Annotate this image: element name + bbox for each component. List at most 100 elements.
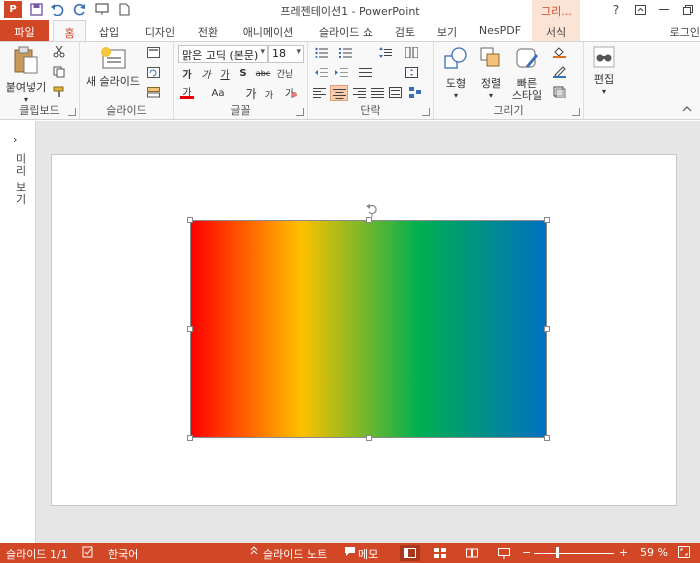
new-slide-icon [84, 46, 142, 73]
resize-handle-top-left[interactable] [187, 217, 193, 223]
align-left-icon[interactable] [312, 86, 326, 98]
resize-handle-bottom[interactable] [366, 435, 372, 441]
align-text-icon[interactable] [404, 66, 418, 78]
paste-button[interactable]: 붙여넣기 ▾ [3, 46, 49, 106]
tab-view[interactable]: 보기 [432, 20, 462, 41]
increase-indent-icon[interactable] [334, 66, 348, 78]
title-bar: P 프레젠테이션1 - PowerPoint 그리... ? [0, 0, 700, 20]
resize-handle-bottom-left[interactable] [187, 435, 193, 441]
zoom-slider-track[interactable] [534, 553, 614, 554]
decrease-indent-icon[interactable] [314, 66, 328, 78]
tab-review[interactable]: 검토 [390, 20, 420, 41]
align-center-icon[interactable] [330, 85, 348, 101]
copy-icon[interactable] [52, 66, 66, 78]
font-dialog-launcher[interactable] [296, 108, 304, 116]
section-icon[interactable] [146, 86, 160, 98]
sign-in-link[interactable]: 로그인 [670, 24, 700, 40]
underline-button[interactable]: 가 [218, 67, 232, 81]
zoom-out-button[interactable]: − [522, 546, 531, 559]
justify-icon[interactable] [370, 86, 384, 98]
align-right-icon[interactable] [352, 86, 366, 98]
bold-button[interactable]: 가 [180, 67, 194, 81]
columns-icon[interactable] [404, 46, 418, 58]
shape-effects-icon[interactable] [552, 86, 566, 98]
format-painter-icon[interactable] [52, 86, 66, 98]
character-spacing-button[interactable]: 간닏 [274, 67, 296, 80]
restore-icon[interactable] [676, 0, 700, 20]
change-case-button[interactable]: Aa [208, 87, 228, 99]
arrange-button[interactable]: 정렬 ▾ [476, 46, 506, 102]
smartart-icon[interactable] [408, 86, 422, 98]
font-color-button[interactable]: 가 [180, 87, 194, 99]
resize-handle-top[interactable] [366, 217, 372, 223]
italic-button[interactable]: 가 [199, 67, 213, 81]
tab-file[interactable]: 파일 [0, 20, 49, 41]
resize-handle-right[interactable] [544, 326, 550, 332]
text-shadow-button[interactable]: S [236, 67, 250, 79]
fit-to-window-icon[interactable] [678, 546, 690, 561]
zoom-slider-thumb[interactable] [556, 547, 559, 558]
resize-handle-bottom-right[interactable] [544, 435, 550, 441]
slide-counter: 슬라이드 1/1 [6, 548, 68, 561]
comments-icon[interactable] [344, 546, 356, 560]
numbering-icon[interactable] [338, 46, 352, 58]
spellcheck-icon[interactable] [82, 546, 94, 561]
new-slide-button[interactable]: 새 슬라이드 [84, 46, 142, 88]
shape-outline-icon[interactable] [552, 66, 566, 78]
font-size-select[interactable]: 18 [268, 45, 304, 63]
font-name-select[interactable]: 맑은 고딕 (본문) [178, 45, 268, 63]
quick-styles-button[interactable]: 빠른 스타일 [508, 46, 546, 102]
line-spacing-icon[interactable] [378, 46, 392, 58]
resize-handle-left[interactable] [187, 326, 193, 332]
distribute-icon[interactable] [388, 86, 402, 98]
comments-button[interactable]: 메모 [358, 546, 378, 562]
group-drawing: 도형 ▾ 정렬 ▾ 빠른 스타일 그리기 [434, 42, 584, 119]
zoom-level[interactable]: 59 % [640, 546, 668, 559]
tab-insert[interactable]: 삽입 [92, 20, 126, 41]
minimize-icon[interactable] [652, 0, 676, 20]
clear-formatting-icon[interactable]: 가 [284, 87, 298, 99]
ribbon-display-options-icon[interactable] [628, 0, 652, 20]
group-label-paragraph: 단락 [360, 104, 381, 117]
reading-view-icon[interactable] [462, 545, 482, 561]
tab-nespdf[interactable]: NesPDF [473, 20, 527, 41]
notes-button[interactable]: 슬라이드 노트 [263, 546, 327, 562]
tab-home[interactable]: 홈 [53, 20, 86, 42]
tab-format[interactable]: 서식 [532, 20, 580, 41]
slide-sorter-view-icon[interactable] [430, 545, 450, 561]
gradient-rectangle-shape[interactable] [187, 204, 550, 441]
shapes-button[interactable]: 도형 ▾ [438, 46, 474, 102]
group-paragraph: 단락 [308, 42, 434, 119]
text-direction-icon[interactable] [358, 66, 372, 78]
resize-handle-top-right[interactable] [544, 217, 550, 223]
zoom-in-button[interactable]: + [619, 546, 628, 559]
paste-icon [3, 46, 49, 79]
editing-button[interactable]: 편집 ▾ [588, 46, 620, 98]
slide-canvas[interactable] [51, 154, 677, 506]
tab-animations[interactable]: 애니메이션 [237, 20, 299, 41]
reset-slide-icon[interactable] [146, 66, 160, 78]
paragraph-dialog-launcher[interactable] [422, 108, 430, 116]
shrink-font-button[interactable]: 가 [262, 88, 276, 101]
help-button[interactable]: ? [604, 0, 628, 20]
bullets-icon[interactable] [314, 46, 328, 58]
tab-transitions[interactable]: 전환 [193, 20, 223, 41]
expand-thumbnails-button[interactable]: › [13, 133, 17, 146]
drawing-dialog-launcher[interactable] [572, 108, 580, 116]
group-clipboard: 붙여넣기 ▾ 클립보드 [0, 42, 80, 119]
notes-icon[interactable] [249, 546, 259, 560]
collapse-ribbon-icon[interactable] [682, 104, 692, 115]
tab-slideshow[interactable]: 슬라이드 쇼 [312, 20, 380, 41]
slideshow-view-icon[interactable] [494, 545, 514, 561]
clipboard-dialog-launcher[interactable] [68, 108, 76, 116]
layout-icon[interactable] [146, 46, 160, 58]
language-indicator[interactable]: 한국어 [108, 546, 138, 562]
group-editing: 편집 ▾ [584, 42, 624, 119]
strikethrough-button[interactable]: abc [254, 67, 272, 79]
shape-fill-icon[interactable] [552, 46, 566, 58]
thumbnail-pane-label: 미리 보기 [14, 153, 27, 206]
cut-icon[interactable] [52, 46, 66, 58]
tab-design[interactable]: 디자인 [140, 20, 180, 41]
grow-font-button[interactable]: 가 [244, 87, 258, 101]
normal-view-icon[interactable] [400, 545, 420, 561]
